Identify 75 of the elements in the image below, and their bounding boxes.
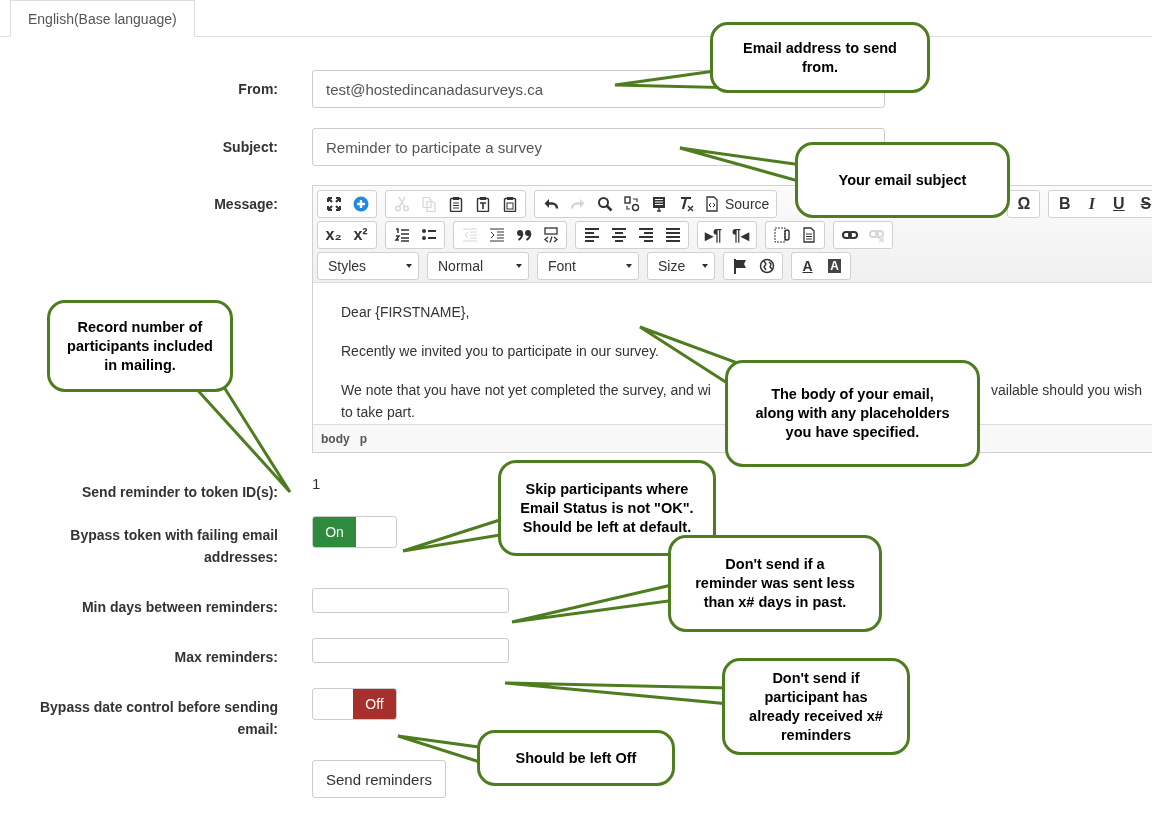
callout: Skip participants where Email Status is not "OK". Should be left at default. [498,460,716,556]
callout: Don't send if participant has already received x# reminders [722,658,910,755]
broken-link-icon [868,227,885,243]
field-label: Max reminders: [173,648,278,667]
clipboard-icon [474,196,491,212]
toolbar-button[interactable]: x² [347,223,374,247]
field-label: Bypass date control before sending email: [38,698,278,739]
body-text: We note that you have not yet completed the survey, and wi [341,382,711,398]
toggle-switch[interactable]: On [312,516,397,548]
redo-arrow-icon [569,196,586,212]
body-text: vailable should you wish [991,381,1142,400]
element-path[interactable]: p [359,431,367,446]
body-text: to take part. [341,404,415,420]
toolbar-button[interactable]: ¶◂ [727,223,754,247]
field-label: Message: [213,195,278,214]
plus-circle-icon [352,196,369,212]
page-icon [800,227,817,243]
send-reminders-button[interactable]: Send reminders [312,760,446,798]
toolbar-button[interactable]: I [1078,192,1106,216]
toolbar-button[interactable]: A [821,254,848,278]
caret-icon [516,264,522,268]
replace-icon [623,196,640,212]
code-document-icon [704,196,720,212]
caret-icon [406,264,412,268]
format-dropdown[interactable]: Size [647,252,715,280]
language-tab[interactable]: English(Base language) [10,0,195,37]
input-field[interactable] [312,588,509,613]
format-dropdown[interactable]: Font [537,252,639,280]
callout: The body of your email, along with any placeholders you have specified. [725,360,980,467]
toolbar-button[interactable]: Ω [1010,192,1038,216]
callout: Email address to send from. [710,22,930,93]
align-left-icon [583,227,600,243]
format-dropdown[interactable]: Normal [427,252,529,280]
field-label: From: [237,80,278,99]
justify-icon [664,227,681,243]
format-dropdown[interactable]: Styles [317,252,419,280]
scissors-icon [393,196,410,212]
clipboard-icon [447,196,464,212]
body-text: Dear {FIRSTNAME}, [341,304,470,320]
element-path[interactable]: body [321,431,350,446]
frame-icon [773,227,790,243]
expand-icon [325,196,342,212]
callout: Don't send if a reminder was sent less than x# days in past. [668,535,882,632]
input-field[interactable] [312,638,509,663]
callout: Record number of participants included in mailing. [47,300,233,392]
toolbar-button[interactable]: S [1132,192,1152,216]
numbered-list-icon [393,227,410,243]
toolbar-button[interactable]: ▸¶ [700,223,727,247]
flag-icon [731,258,748,274]
field-label: Subject: [221,138,278,157]
div-block-icon [542,227,559,243]
toolbar-button[interactable]: B [1051,192,1079,216]
outdent-icon [461,227,478,243]
quote-icon [515,227,532,243]
caret-icon [702,264,708,268]
source-button[interactable]: Source [699,192,775,216]
document-lines-icon [650,196,667,212]
align-right-icon [637,227,654,243]
align-center-icon [610,227,627,243]
field-label: Send reminder to token ID(s): [80,483,278,502]
bulleted-list-icon [420,227,437,243]
field-label: Min days between reminders: [80,598,278,617]
toolbar-button[interactable]: A [794,254,821,278]
body-text: Recently we invited you to participate in our survey. [341,343,659,359]
search-icon [596,196,613,212]
toggle-switch[interactable]: Off [312,688,397,720]
toolbar-button[interactable]: U [1105,192,1133,216]
copy-icon [420,196,437,212]
caret-icon [626,264,632,268]
token-id-value: 1 [312,474,321,492]
field-label: Bypass token with failing email addresses: [69,526,278,567]
clipboard-icon [501,196,518,212]
globe-icon [758,258,775,274]
toolbar-button[interactable]: x₂ [320,223,347,247]
indent-icon [488,227,505,243]
